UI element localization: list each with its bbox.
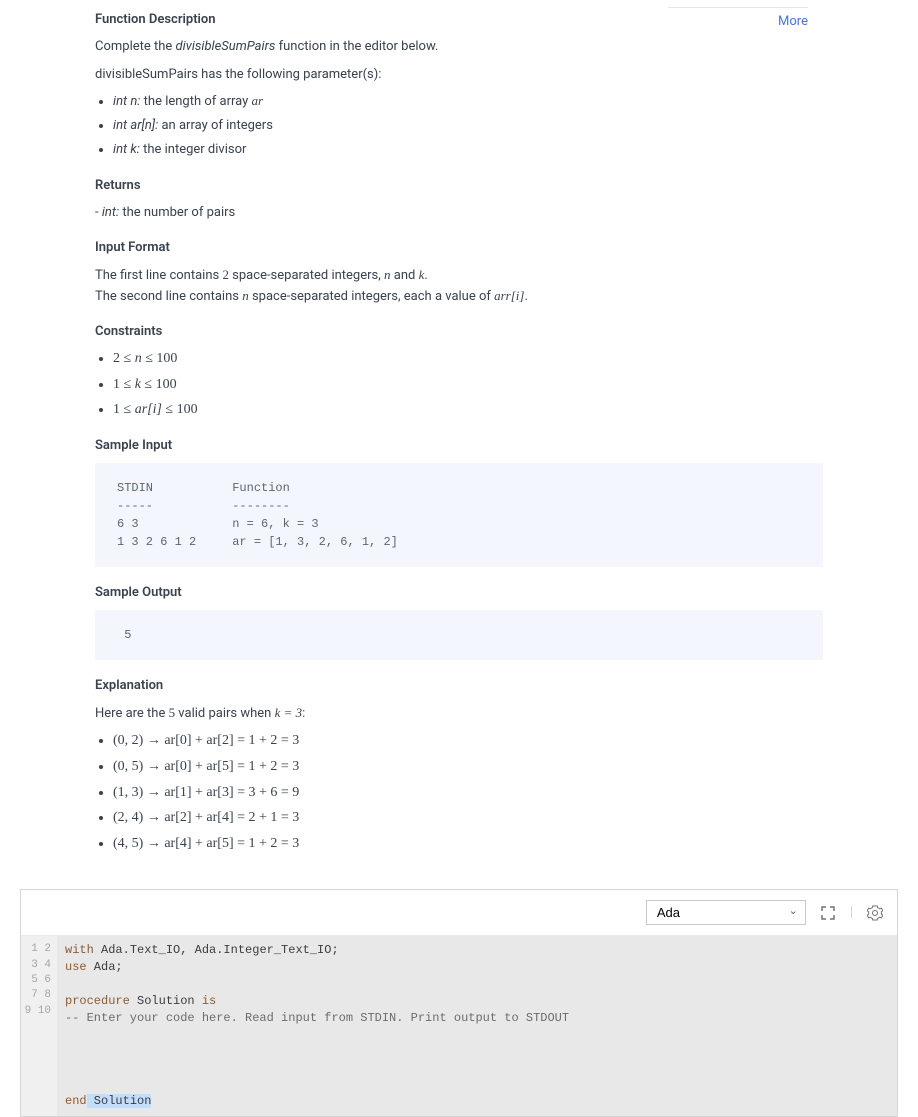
heading-returns: Returns — [95, 178, 823, 193]
t: and — [391, 268, 419, 283]
more-divider — [668, 7, 808, 8]
heading-constraints: Constraints — [95, 324, 823, 339]
m: arr[i] — [494, 288, 524, 303]
explanation-item: (4, 5) → ar[4] + ar[5] = 1 + 2 = 3 — [113, 834, 823, 854]
code-token: use — [65, 960, 87, 974]
language-select[interactable]: Ada — [646, 900, 806, 925]
explanation-item: (0, 2) → ar[0] + ar[2] = 1 + 2 = 3 — [113, 731, 823, 751]
code-line — [65, 1060, 889, 1077]
sample-input-box: STDIN Function ----- -------- 6 3 n = 6,… — [95, 463, 823, 567]
heading-explanation: Explanation — [95, 678, 823, 693]
param-sig: int n: — [113, 94, 140, 109]
t: Here are the — [95, 706, 169, 721]
code-line: procedure Solution is — [65, 993, 889, 1010]
t: The second line contains — [95, 289, 242, 304]
editor-body: 1 2 3 4 5 6 7 8 9 10 with Ada.Text_IO, A… — [21, 936, 897, 1116]
p-params-intro: divisibleSumPairs has the following para… — [95, 65, 823, 85]
t: . — [524, 289, 527, 304]
text: function in the editor below. — [275, 39, 438, 54]
code-line: end Solution — [65, 1093, 889, 1110]
code-line: -- Enter your code here. Read input from… — [65, 1010, 889, 1027]
code-token: Solution — [87, 1094, 152, 1108]
code-token: with — [65, 943, 94, 957]
code-editor: Ada | 1 2 3 4 5 6 7 8 9 10 with Ada.Text… — [20, 889, 898, 1117]
t: valid pairs when — [175, 706, 274, 721]
p-returns: - int: the number of pairs — [95, 203, 823, 223]
constraint-item: 1 ≤ ar[i] ≤ 100 — [113, 400, 823, 420]
code-line: with Ada.Text_IO, Ada.Integer_Text_IO; — [65, 942, 889, 959]
t: . — [424, 268, 427, 283]
heading-sample-input: Sample Input — [95, 438, 823, 453]
code-line — [65, 1043, 889, 1060]
more-link[interactable]: More — [778, 14, 808, 29]
heading-sample-output: Sample Output — [95, 585, 823, 600]
code-token: procedure — [65, 994, 130, 1008]
code-area[interactable]: with Ada.Text_IO, Ada.Integer_Text_IO;us… — [57, 936, 897, 1116]
code-line — [65, 1026, 889, 1043]
code-token: Ada; — [87, 960, 123, 974]
param-item: int k: the integer divisor — [113, 141, 823, 159]
explanation-item: (1, 3) → ar[1] + ar[3] = 3 + 6 = 9 — [113, 783, 823, 803]
p-explanation-intro: Here are the 5 valid pairs when k = 3: — [95, 703, 823, 724]
sample-output-box: 5 — [95, 610, 823, 660]
returns-sig: int: — [102, 205, 119, 220]
settings-icon[interactable] — [867, 905, 883, 921]
code-token: -- Enter your code here. Read input from… — [65, 1011, 569, 1025]
t: : — [302, 706, 305, 721]
code-token: Solution — [130, 994, 202, 1008]
code-line — [65, 976, 889, 993]
line-number-gutter: 1 2 3 4 5 6 7 8 9 10 — [21, 936, 57, 1116]
heading-function-description: Function Description — [95, 12, 823, 27]
t: space-separated integers, — [229, 268, 384, 283]
code-line — [65, 1077, 889, 1094]
p-input-format: The first line contains 2 space-separate… — [95, 265, 823, 306]
param-item: int n: the length of array ar — [113, 92, 823, 111]
problem-statement: Function Description Complete the divisi… — [0, 0, 918, 889]
code-line: use Ada; — [65, 959, 889, 976]
code-token: is — [202, 994, 216, 1008]
text: Complete the — [95, 39, 176, 54]
editor-toolbar: Ada | — [21, 890, 897, 936]
code-token: Ada.Text_IO, Ada.Integer_Text_IO; — [94, 943, 339, 957]
t: The first line contains — [95, 268, 222, 283]
p-complete: Complete the divisibleSumPairs function … — [95, 37, 823, 57]
toolbar-separator: | — [850, 905, 853, 920]
constraint-item: 2 ≤ n ≤ 100 — [113, 349, 823, 369]
constraints-list: 2 ≤ n ≤ 100 1 ≤ k ≤ 100 1 ≤ ar[i] ≤ 100 — [95, 349, 823, 420]
explanation-list: (0, 2) → ar[0] + ar[2] = 1 + 2 = 3 (0, 5)… — [95, 731, 823, 853]
fn-name: divisibleSumPairs — [176, 39, 276, 54]
m: k = 3 — [275, 705, 303, 720]
param-sig: int ar[n]: — [113, 118, 158, 133]
params-list: int n: the length of array ar int ar[n]: … — [95, 92, 823, 160]
constraint-item: 1 ≤ k ≤ 100 — [113, 375, 823, 395]
returns-desc: the number of pairs — [119, 205, 235, 220]
fullscreen-icon[interactable] — [820, 905, 836, 921]
explanation-item: (2, 4) → ar[2] + ar[4] = 2 + 1 = 3 — [113, 808, 823, 828]
param-sig: int k: — [113, 142, 140, 157]
code-token: end — [65, 1094, 87, 1108]
heading-input-format: Input Format — [95, 240, 823, 255]
explanation-item: (0, 5) → ar[0] + ar[5] = 1 + 2 = 3 — [113, 757, 823, 777]
param-item: int ar[n]: an array of integers — [113, 117, 823, 135]
param-math: ar — [252, 93, 264, 108]
t: space-separated integers, each a value o… — [249, 289, 494, 304]
language-select-wrap: Ada — [646, 900, 806, 925]
